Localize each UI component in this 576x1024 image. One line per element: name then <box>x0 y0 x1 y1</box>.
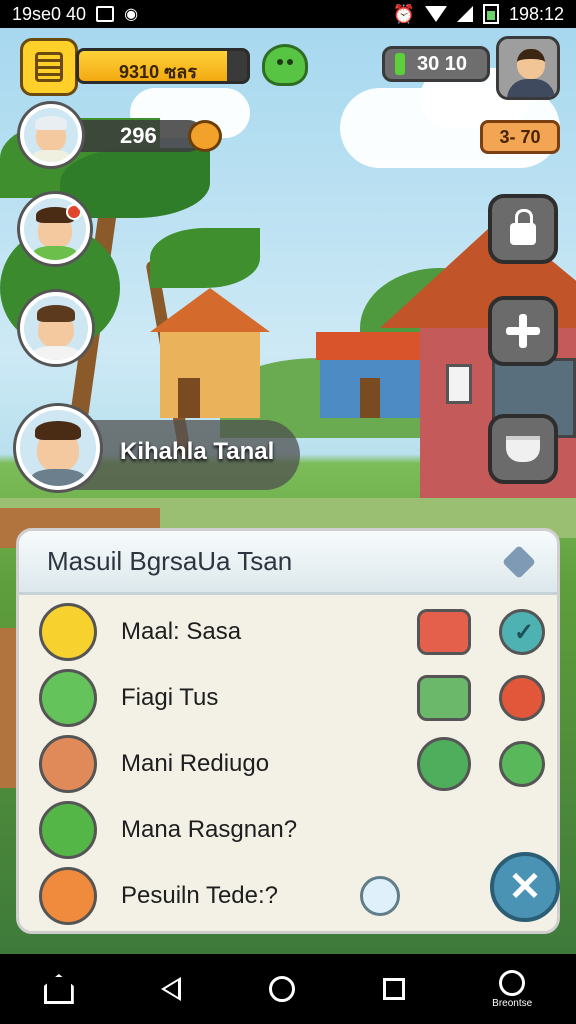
cash-amount: 30 10 <box>417 52 468 75</box>
home-icon[interactable] <box>43 974 74 1004</box>
search-button[interactable]: Breontse <box>492 969 533 1009</box>
alarm-icon: ⏰ <box>392 3 415 24</box>
back-icon[interactable] <box>161 977 182 1001</box>
avatar-character-3[interactable] <box>20 292 92 364</box>
recents-icon[interactable] <box>382 978 405 1000</box>
check-bubble-icon[interactable]: ✓ <box>499 609 545 655</box>
carrot-icon <box>39 735 97 793</box>
profile-avatar-head <box>517 49 545 79</box>
tree-icon <box>39 603 97 661</box>
xp-text: 9310 ซลร <box>119 62 197 82</box>
house-left <box>150 288 270 418</box>
list-item-label: Pesuiln Tede:? <box>121 882 279 909</box>
player-name: Kihahla Tanal <box>120 438 275 465</box>
lock-icon <box>510 209 536 245</box>
status-right: ⏰ 198:12 <box>393 4 564 25</box>
status-time: 198:12 <box>508 3 564 24</box>
panel-title: Masuil BgrsaUa Tsan <box>47 546 293 576</box>
notification-icon <box>96 6 115 22</box>
battery-icon <box>482 4 499 24</box>
profile-button[interactable] <box>496 36 560 100</box>
panel-header: Masuil BgrsaUa Tsan <box>19 531 557 595</box>
search-caption: Breontse <box>492 997 533 1009</box>
settings-gem-icon[interactable] <box>502 544 536 579</box>
add-button[interactable] <box>488 296 558 366</box>
avatar-chef[interactable] <box>20 104 82 166</box>
list-item[interactable]: Mana Rasgnan? <box>19 797 557 863</box>
score-display: 296 <box>74 120 204 152</box>
avatar-player[interactable] <box>16 406 100 490</box>
navigation-bar: Breontse <box>0 954 576 1024</box>
list-item-label: Fiagi Tus <box>121 684 219 711</box>
coin-face-icon <box>188 120 222 152</box>
menu-button[interactable] <box>20 38 78 96</box>
pencil-icon <box>39 867 97 925</box>
search-icon <box>499 969 526 996</box>
alert-bubble-icon[interactable] <box>499 675 545 721</box>
list-icon[interactable] <box>417 609 471 655</box>
house-middle <box>316 332 424 418</box>
home-circle-icon[interactable] <box>268 976 295 1002</box>
list-item[interactable]: Pesuiln Tede:? <box>19 863 557 929</box>
signal-icon <box>456 6 473 22</box>
cash-display[interactable]: 30 10 <box>382 46 490 82</box>
list-item-label: Mani Rediugo <box>121 750 270 777</box>
menu-icon <box>35 52 63 82</box>
emoji-bubble-icon[interactable] <box>499 741 545 787</box>
ghost-mascot-icon <box>360 876 400 916</box>
slime-pet-icon[interactable] <box>262 44 308 86</box>
wifi-icon <box>424 6 447 22</box>
tool-icon[interactable] <box>417 675 471 721</box>
status-left: 19se0 40 ◉ <box>12 4 138 25</box>
lock-button[interactable] <box>488 194 558 264</box>
cash-icon <box>395 53 405 75</box>
level-badge-text: 3- 70 <box>499 126 541 147</box>
list-item[interactable]: Fiagi Tus <box>19 665 557 731</box>
level-badge[interactable]: 3- 70 <box>480 120 560 154</box>
list-item-label: Mana Rasgnan? <box>121 816 298 843</box>
quest-panel: Masuil BgrsaUa Tsan Maal: Sasa ✓ Fiagi T… <box>16 528 560 934</box>
status-left-text: 19se0 40 <box>12 3 87 24</box>
play-icon <box>39 801 97 859</box>
avatar-character-2[interactable] <box>20 194 90 264</box>
list-item[interactable]: Maal: Sasa ✓ <box>19 599 557 665</box>
status-bar: 19se0 40 ◉ ⏰ 198:12 <box>0 0 576 28</box>
palm-leaf <box>150 228 260 288</box>
alert-badge <box>66 204 82 220</box>
list-item-label: Maal: Sasa <box>121 618 242 645</box>
score-value: 296 <box>120 123 157 148</box>
cup-icon <box>506 436 540 462</box>
xp-bar: 9310 ซลร <box>76 48 250 84</box>
profile-avatar-body <box>507 79 555 97</box>
cup-button[interactable] <box>488 414 558 484</box>
gift-icon[interactable] <box>417 737 471 791</box>
close-icon: ✕ <box>508 865 542 909</box>
close-button[interactable]: ✕ <box>490 852 560 922</box>
android-icon: ◉ <box>124 6 139 23</box>
list-item[interactable]: Mani Rediugo <box>19 731 557 797</box>
chat-icon <box>39 669 97 727</box>
